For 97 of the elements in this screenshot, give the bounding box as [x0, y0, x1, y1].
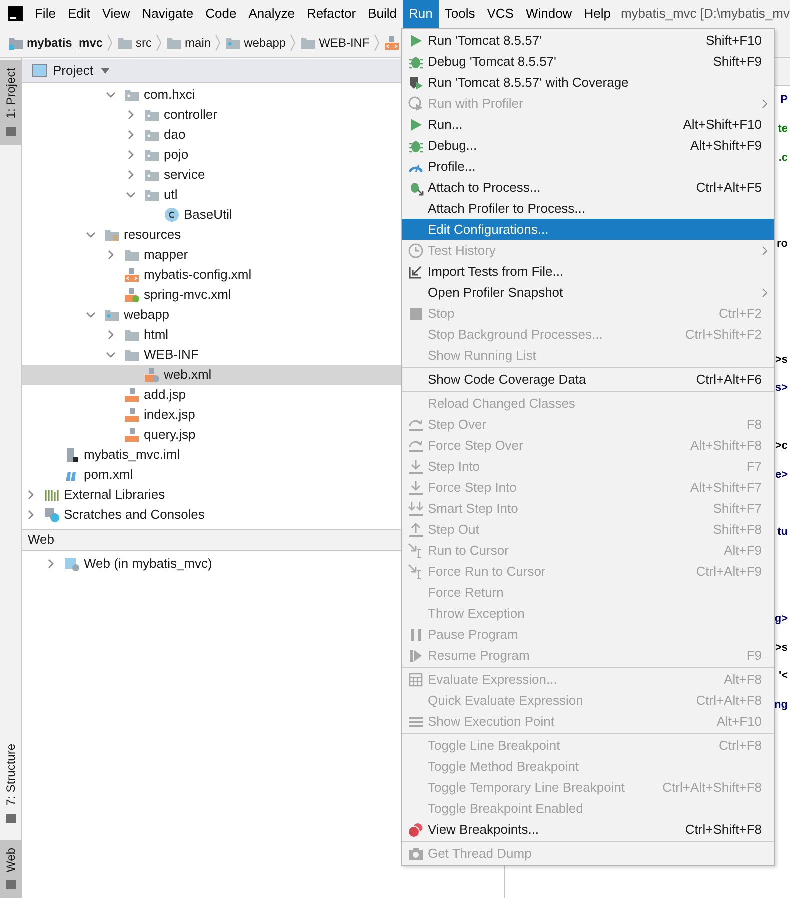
breadcrumb[interactable]: webapp	[225, 34, 286, 52]
breadcrumb[interactable]: main	[166, 34, 212, 52]
menu-item[interactable]: VCS	[481, 0, 520, 28]
menu-item[interactable]: Analyze	[242, 0, 301, 28]
cursor-icon	[408, 564, 424, 580]
tab-icon	[5, 878, 17, 890]
menu-item[interactable]: Refactor	[300, 0, 362, 28]
menu-item[interactable]: Code	[200, 0, 243, 28]
play-icon	[408, 116, 424, 132]
code-fragment: s>	[775, 381, 789, 396]
code-fragment: P	[780, 93, 789, 108]
chevron-icon[interactable]	[46, 559, 56, 569]
menu-item[interactable]: Help	[578, 0, 617, 28]
package-icon	[144, 107, 160, 123]
view-selector[interactable]: Project	[53, 60, 110, 80]
tool-window-tab[interactable]: 1: Project	[0, 60, 22, 145]
package-icon	[144, 147, 160, 163]
breadcrumb[interactable]: src	[117, 34, 152, 52]
app-logo-icon	[8, 5, 23, 23]
menu-entry[interactable]: View Breakpoints... Ctrl+Shift+F8	[402, 819, 774, 840]
code-fragment: ng	[774, 698, 789, 712]
menu-item[interactable]: Navigate	[136, 0, 200, 28]
step-into-icon	[408, 458, 424, 474]
step-out-icon	[408, 522, 424, 538]
panel-title: Web	[28, 531, 54, 550]
menu-entry[interactable]: Run 'Tomcat 8.5.57' Shift+F10	[402, 30, 774, 51]
project-view-icon	[32, 64, 47, 77]
jsp-file-icon	[124, 427, 140, 443]
scratches-icon	[44, 507, 60, 523]
breadcrumb[interactable]: mybatis_mvc	[8, 34, 104, 52]
package-icon	[144, 127, 160, 143]
tab-icon	[5, 812, 17, 824]
step-into-icon	[408, 500, 424, 516]
package-icon	[144, 167, 160, 183]
menu-entry[interactable]: Edit Configurations...	[402, 219, 774, 240]
menu-item[interactable]: Window	[520, 0, 578, 28]
code-fragment: g>	[774, 612, 789, 626]
menu-item[interactable]: Edit	[62, 0, 96, 28]
menu-entry[interactable]: Run... Alt+Shift+F10	[402, 114, 774, 135]
web-folder-icon	[104, 307, 120, 323]
menu-item[interactable]: File	[28, 0, 62, 28]
code-fragment: >s	[775, 640, 789, 655]
menu-entry[interactable]: Debug 'Tomcat 8.5.57' Shift+F9	[402, 51, 774, 72]
menu-entry[interactable]: Attach to Process... Ctrl+Alt+F5	[402, 177, 774, 198]
menu-entry[interactable]: Profile...	[402, 156, 774, 177]
menu-entry[interactable]: Open Profiler Snapshot	[402, 282, 774, 303]
breadcrumb[interactable]: WEB-INF	[300, 34, 370, 52]
class-icon	[164, 207, 180, 223]
cursor-icon	[408, 542, 424, 558]
web-module-icon	[64, 556, 80, 572]
code-fragment: .c	[778, 150, 789, 165]
package-icon	[124, 87, 140, 103]
tool-window-tab[interactable]: 7: Structure	[0, 736, 22, 832]
tool-window-tab[interactable]: Web	[0, 840, 22, 898]
camera-icon	[408, 846, 424, 862]
calculator-icon	[408, 672, 424, 688]
resume-icon	[408, 648, 424, 664]
menu-item[interactable]: Tools	[438, 0, 482, 28]
module-file-icon	[64, 447, 80, 463]
folder-icon	[124, 347, 140, 363]
step-into-icon	[408, 480, 424, 496]
code-fragment: >s	[775, 352, 789, 367]
menu-entry[interactable]: Import Tests from File...	[402, 261, 774, 282]
clock-icon	[408, 242, 424, 258]
code-fragment: e>	[775, 468, 789, 482]
play-icon	[408, 32, 424, 48]
dropdown-icon	[101, 68, 110, 74]
pause-icon	[408, 626, 424, 642]
breakpoints-icon	[408, 822, 424, 838]
package-icon	[144, 187, 160, 203]
jsp-file-icon	[124, 407, 140, 423]
spring-xml-icon	[124, 287, 140, 303]
menu-item[interactable]: Run	[403, 0, 439, 28]
libraries-icon	[44, 487, 60, 503]
code-fragment: '<	[778, 669, 789, 684]
stop-icon	[408, 306, 424, 322]
menu-entry[interactable]: Run 'Tomcat 8.5.57' with Coverage	[402, 72, 774, 93]
xml-file-icon	[384, 34, 400, 50]
code-fragment: >c	[775, 438, 789, 453]
folder-icon	[124, 247, 140, 263]
shield-icon	[408, 74, 424, 90]
resources-folder-icon	[104, 227, 120, 243]
menu-entry[interactable]: Show Code Coverage Data Ctrl+Alt+F6	[402, 369, 774, 390]
web-xml-icon	[144, 367, 160, 383]
folder-icon	[124, 327, 140, 343]
code-fragment: ro	[777, 237, 789, 252]
menu-entry[interactable]: Debug... Alt+Shift+F9	[402, 135, 774, 156]
menu-item[interactable]: Build	[362, 0, 403, 28]
jsp-file-icon	[124, 387, 140, 403]
menu-item[interactable]: View	[96, 0, 136, 28]
code-fragment: tu	[778, 525, 789, 540]
import-icon	[408, 264, 424, 280]
xml-file-icon	[124, 267, 140, 283]
window-title: mybatis_mvc [D:\mybatis_mv	[620, 5, 790, 24]
tab-icon	[5, 124, 17, 137]
menu-entry[interactable]: Attach Profiler to Process...	[402, 198, 774, 219]
code-fragment: te	[778, 122, 789, 136]
